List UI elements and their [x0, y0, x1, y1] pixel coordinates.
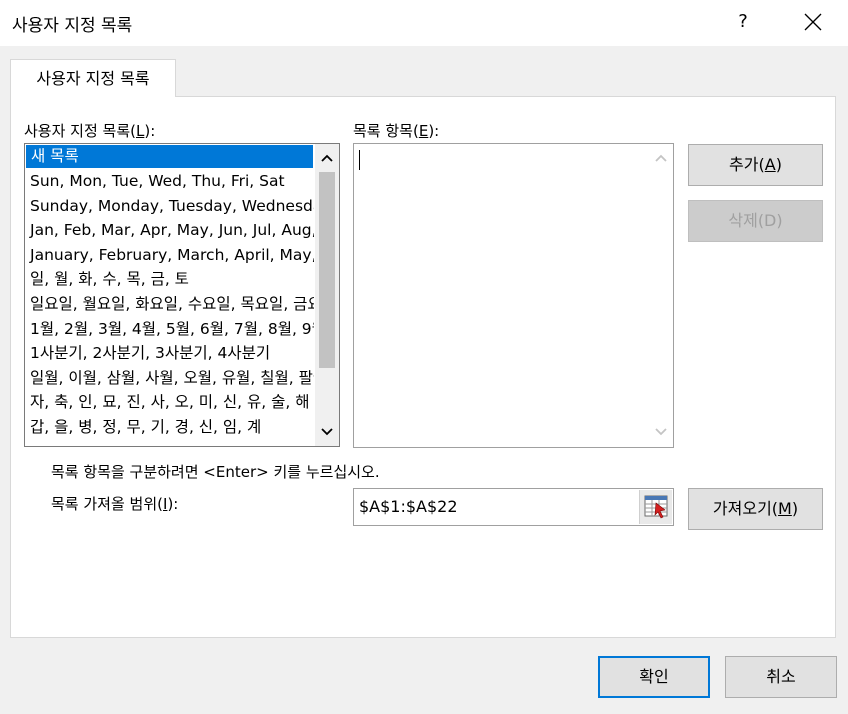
- list-item[interactable]: 자, 축, 인, 묘, 진, 사, 오, 미, 신, 유, 술, 해: [25, 390, 314, 415]
- list-item[interactable]: Sun, Mon, Tue, Wed, Thu, Fri, Sat: [25, 169, 314, 194]
- list-item[interactable]: 일월, 이월, 삼월, 사월, 오월, 유월, 칠월, 팔월, 구월, 시월, …: [25, 366, 314, 391]
- chevron-down-icon: [321, 428, 333, 436]
- custom-lists-listbox[interactable]: 새 목록 Sun, Mon, Tue, Wed, Thu, Fri, Sat Sun…: [24, 143, 340, 447]
- close-button[interactable]: [794, 4, 832, 40]
- import-range-input[interactable]: $A$1:$A$22: [353, 488, 674, 526]
- enter-hint: 목록 항목을 구분하려면 <Enter> 키를 누르십시오.: [51, 463, 380, 481]
- list-item[interactable]: 일, 월, 화, 수, 목, 금, 토: [25, 267, 314, 292]
- list-item[interactable]: Jan, Feb, Mar, Apr, May, Jun, Jul, Aug, …: [25, 218, 314, 243]
- list-item[interactable]: January, February, March, April, May, Ju…: [25, 243, 314, 268]
- chevron-up-icon: [321, 154, 333, 162]
- range-picker-button[interactable]: [639, 490, 672, 524]
- import-range-label: 목록 가져올 범위(I):: [51, 495, 179, 513]
- chevron-down-icon: [655, 428, 667, 436]
- scroll-down-button[interactable]: [315, 420, 339, 444]
- chevron-up-icon: [655, 154, 667, 162]
- close-icon: [804, 13, 822, 31]
- help-button[interactable]: ?: [728, 6, 758, 38]
- scroll-up-button[interactable]: [315, 146, 339, 170]
- tab-custom-lists[interactable]: 사용자 지정 목록: [10, 59, 176, 97]
- list-entries-textarea[interactable]: [353, 143, 674, 448]
- list-item[interactable]: 일요일, 월요일, 화요일, 수요일, 목요일, 금요일, 토요일: [25, 292, 314, 317]
- delete-button[interactable]: 삭제(D): [688, 200, 823, 242]
- scroll-thumb[interactable]: [319, 172, 335, 368]
- list-item[interactable]: 1사분기, 2사분기, 3사분기, 4사분기: [25, 341, 314, 366]
- list-item[interactable]: 1월, 2월, 3월, 4월, 5월, 6월, 7월, 8월, 9월, 10월,…: [25, 317, 314, 342]
- list-entries-label: 목록 항목(E):: [353, 122, 440, 140]
- range-select-icon: [644, 495, 668, 519]
- ok-button[interactable]: 확인: [598, 656, 710, 698]
- add-button[interactable]: 추가(A): [688, 144, 823, 186]
- custom-lists-label: 사용자 지정 목록(L):: [24, 122, 156, 140]
- custom-lists-items: 새 목록 Sun, Mon, Tue, Wed, Thu, Fri, Sat Sun…: [25, 144, 314, 446]
- import-button[interactable]: 가져오기(M): [688, 488, 823, 530]
- list-entries-scrollbar: [649, 144, 673, 447]
- title-bar: 사용자 지정 목록 ?: [0, 0, 848, 46]
- text-caret: [359, 150, 360, 170]
- import-range-value: $A$1:$A$22: [359, 497, 458, 516]
- custom-lists-scrollbar[interactable]: [315, 144, 339, 446]
- list-item[interactable]: 갑, 을, 병, 정, 무, 기, 경, 신, 임, 계: [25, 415, 314, 440]
- list-item[interactable]: Sunday, Monday, Tuesday, Wednesday, Thur…: [25, 194, 314, 219]
- window-title: 사용자 지정 목록: [12, 16, 133, 36]
- list-item-selected[interactable]: 새 목록: [26, 145, 313, 168]
- cancel-button[interactable]: 취소: [725, 656, 837, 698]
